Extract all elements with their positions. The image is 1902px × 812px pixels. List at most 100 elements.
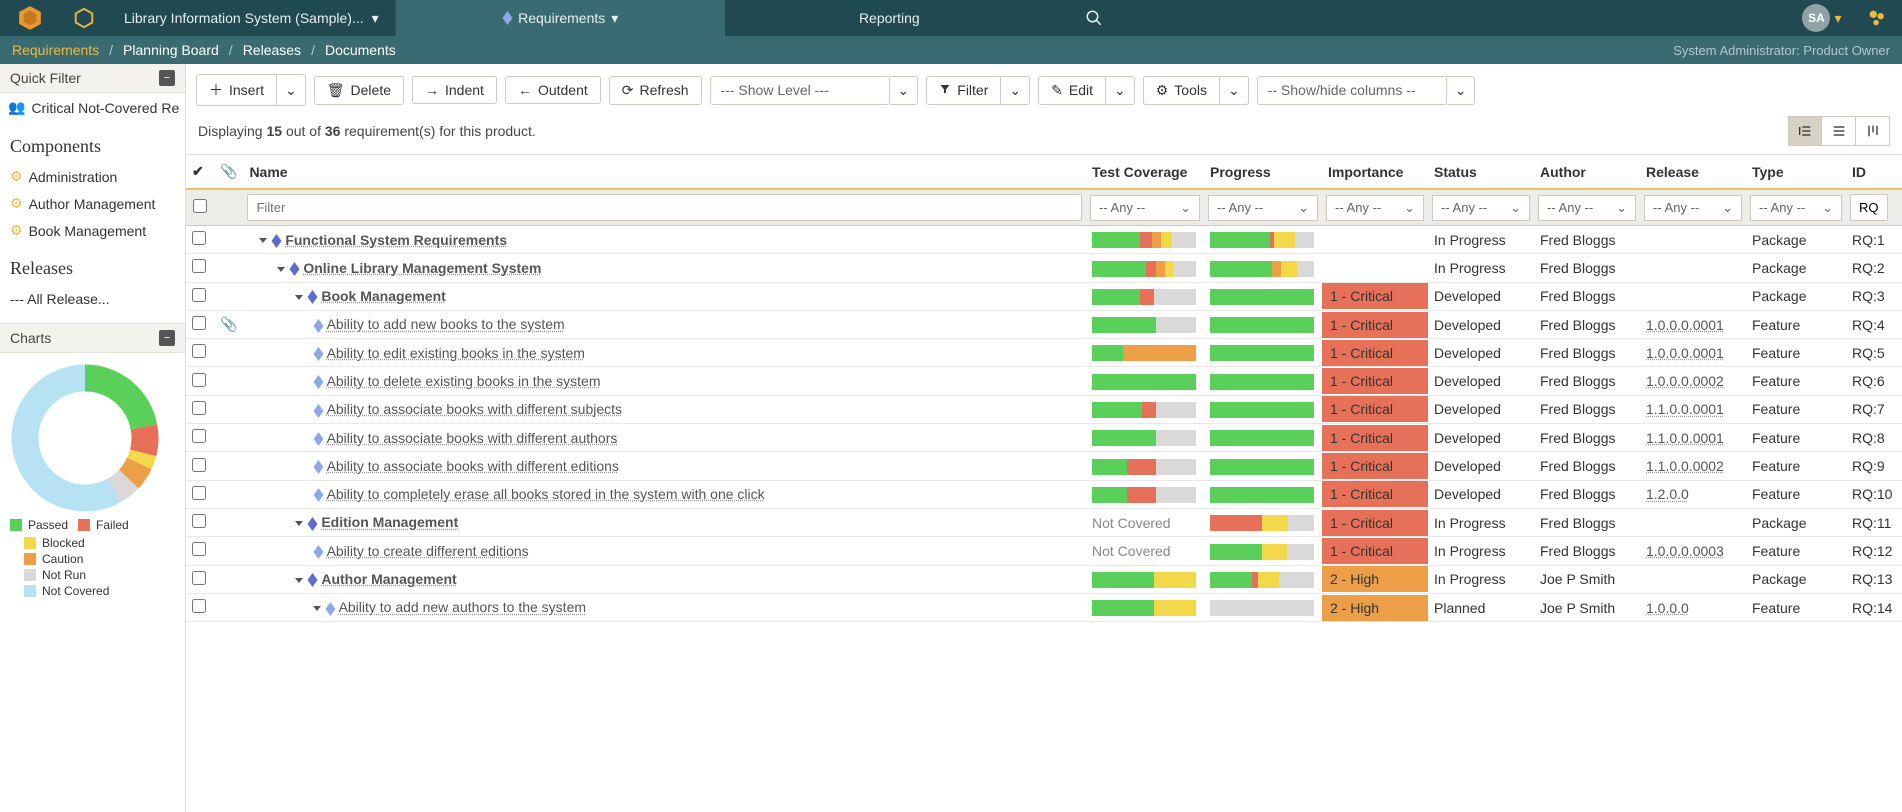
filter-status[interactable]: -- Any --⌄ [1432, 195, 1530, 221]
tools-dropdown[interactable]: ⌄ [1220, 76, 1249, 105]
requirement-link[interactable]: Ability to add new books to the system [327, 316, 565, 332]
nav-reporting[interactable]: Reporting [725, 0, 1054, 36]
view-list[interactable] [1822, 116, 1856, 146]
expander-icon[interactable] [295, 521, 303, 526]
crumb-documents[interactable]: Documents [325, 42, 396, 58]
row-checkbox[interactable] [192, 486, 206, 500]
expander-icon[interactable] [295, 295, 303, 300]
app-logo[interactable] [0, 0, 60, 36]
insert-button[interactable]: ＋Insert [196, 74, 277, 106]
show-hide-dropdown[interactable]: ⌄ [1447, 76, 1476, 105]
row-checkbox[interactable] [192, 429, 206, 443]
expander-icon[interactable] [295, 578, 303, 583]
product-selector[interactable]: Library Information System (Sample)... ▾ [108, 0, 396, 36]
component-item[interactable]: ⚙Author Management [0, 190, 185, 217]
global-search[interactable] [1054, 0, 1134, 36]
product-icon[interactable] [60, 0, 108, 36]
filter-importance[interactable]: -- Any --⌄ [1326, 195, 1424, 221]
quick-filter-header[interactable]: Quick Filter − [0, 64, 185, 93]
crumb-requirements[interactable]: Requirements [12, 42, 99, 58]
requirement-link[interactable]: Ability to completely erase all books st… [327, 486, 765, 502]
col-test-coverage[interactable]: Test Coverage [1086, 155, 1204, 189]
show-hide-columns[interactable]: -- Show/hide columns -- [1257, 76, 1447, 105]
col-name[interactable]: Name [243, 155, 1086, 189]
filter-author[interactable]: -- Any --⌄ [1538, 195, 1636, 221]
nav-requirements[interactable]: Requirements ▾ [396, 0, 725, 36]
indent-button[interactable]: →Indent [412, 76, 497, 104]
release-link[interactable]: 1.0.0.0.0001 [1646, 345, 1724, 361]
col-release[interactable]: Release [1640, 155, 1746, 189]
filter-release[interactable]: -- Any --⌄ [1644, 195, 1742, 221]
requirement-link[interactable]: Ability to create different editions [327, 543, 529, 559]
tools-button[interactable]: ⚙Tools [1143, 76, 1220, 105]
row-checkbox[interactable] [192, 373, 206, 387]
release-link[interactable]: 1.0.0.0.0001 [1646, 317, 1724, 333]
requirement-link[interactable]: Ability to delete existing books in the … [327, 373, 601, 389]
requirement-link[interactable]: Functional System Requirements [285, 232, 507, 248]
requirement-link[interactable]: Ability to associate books with differen… [327, 430, 618, 446]
delete-button[interactable]: 🗑Delete [314, 76, 404, 105]
component-item[interactable]: ⚙Book Management [0, 217, 185, 244]
user-menu[interactable]: SA ▾ [1792, 0, 1852, 36]
view-tree[interactable] [1788, 116, 1822, 146]
requirement-link[interactable]: Ability to edit existing books in the sy… [327, 345, 585, 361]
crumb-releases[interactable]: Releases [243, 42, 301, 58]
collapse-icon[interactable]: − [159, 70, 175, 86]
filter-name-input[interactable] [247, 194, 1082, 221]
row-checkbox[interactable] [192, 231, 206, 245]
row-checkbox[interactable] [192, 514, 206, 528]
col-type[interactable]: Type [1746, 155, 1846, 189]
quick-filter-item[interactable]: 👥 Critical Not-Covered Re [0, 93, 185, 122]
release-link[interactable]: 1.1.0.0.0001 [1646, 401, 1724, 417]
col-id[interactable]: ID [1846, 155, 1902, 189]
row-checkbox[interactable] [192, 571, 206, 585]
admin-settings[interactable] [1852, 0, 1902, 36]
col-author[interactable]: Author [1534, 155, 1640, 189]
requirement-link[interactable]: Online Library Management System [303, 260, 541, 276]
requirement-link[interactable]: Ability to associate books with differen… [327, 458, 619, 474]
expander-icon[interactable] [313, 606, 321, 611]
requirement-link[interactable]: Book Management [321, 288, 445, 304]
show-level-dropdown[interactable]: ⌄ [890, 76, 919, 105]
crumb-planning-board[interactable]: Planning Board [123, 42, 219, 58]
charts-header[interactable]: Charts − [0, 324, 185, 353]
row-checkbox[interactable] [192, 288, 206, 302]
collapse-icon[interactable]: − [159, 330, 175, 346]
release-link[interactable]: 1.1.0.0.0001 [1646, 430, 1724, 446]
row-checkbox[interactable] [192, 259, 206, 273]
row-checkbox[interactable] [192, 344, 206, 358]
release-link[interactable]: 1.2.0.0 [1646, 486, 1689, 502]
component-item[interactable]: ⚙Administration [0, 163, 185, 190]
release-item[interactable]: --- All Release... [0, 285, 185, 323]
filter-dropdown[interactable]: ⌄ [1001, 76, 1030, 105]
row-checkbox[interactable] [192, 542, 206, 556]
col-status[interactable]: Status [1428, 155, 1534, 189]
requirement-link[interactable]: Author Management [321, 571, 456, 587]
filter-id-input[interactable] [1850, 194, 1888, 221]
requirement-link[interactable]: Ability to associate books with differen… [327, 401, 622, 417]
expander-icon[interactable] [277, 267, 285, 272]
row-checkbox[interactable] [192, 316, 206, 330]
filter-type[interactable]: -- Any --⌄ [1750, 195, 1842, 221]
release-link[interactable]: 1.0.0.0.0003 [1646, 543, 1724, 559]
release-link[interactable]: 1.1.0.0.0002 [1646, 458, 1724, 474]
col-importance[interactable]: Importance [1322, 155, 1428, 189]
view-board[interactable] [1856, 116, 1890, 146]
col-progress[interactable]: Progress [1204, 155, 1322, 189]
row-checkbox[interactable] [192, 401, 206, 415]
outdent-button[interactable]: ←Outdent [505, 76, 601, 104]
edit-button[interactable]: ✎Edit [1038, 76, 1106, 105]
row-checkbox[interactable] [192, 599, 206, 613]
expander-icon[interactable] [259, 238, 267, 243]
release-link[interactable]: 1.0.0.0.0002 [1646, 373, 1724, 389]
filter-tc[interactable]: -- Any --⌄ [1090, 195, 1200, 221]
show-level-select[interactable]: --- Show Level --- [710, 76, 890, 105]
select-all-checkbox[interactable] [190, 199, 210, 213]
release-link[interactable]: 1.0.0.0 [1646, 600, 1689, 616]
filter-button[interactable]: Filter [926, 76, 1001, 105]
filter-progress[interactable]: -- Any --⌄ [1208, 195, 1318, 221]
row-checkbox[interactable] [192, 458, 206, 472]
requirement-link[interactable]: Ability to add new authors to the system [339, 599, 586, 615]
requirement-link[interactable]: Edition Management [321, 514, 458, 530]
insert-dropdown[interactable]: ⌄ [277, 74, 306, 106]
